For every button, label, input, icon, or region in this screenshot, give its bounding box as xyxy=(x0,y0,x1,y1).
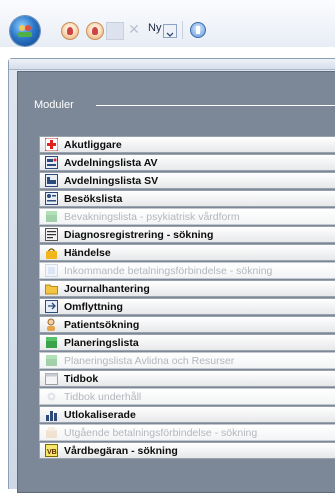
module-item-label: Journalhantering xyxy=(64,283,150,295)
care-request-icon: VB xyxy=(45,444,58,457)
module-item-label: Diagnosregistrering - sökning xyxy=(64,229,214,241)
patient-icon[interactable] xyxy=(61,22,79,40)
panel-title-divider xyxy=(96,105,335,106)
module-item[interactable]: VB Vårdbegäran - sökning xyxy=(39,442,335,459)
panel-title: Moduler xyxy=(34,99,74,111)
module-item: Planeringslista Avlidna och Resurser xyxy=(39,352,335,369)
module-item-label: Vårdbegäran - sökning xyxy=(64,445,178,457)
module-item-label: Akutliggare xyxy=(64,139,122,151)
module-item[interactable]: Akutliggare xyxy=(39,136,335,153)
module-item-label: Avdelningslista SV xyxy=(64,175,159,187)
module-item-label: Utlokaliserade xyxy=(64,409,136,421)
module-item-label: Tidbok xyxy=(64,373,99,385)
module-item[interactable]: Händelse xyxy=(39,244,335,261)
toolbar-divider xyxy=(182,21,183,39)
module-item-label: Utgående betalningsförbindelse - sökning xyxy=(64,427,258,439)
green-square-icon xyxy=(46,337,57,348)
module-item: Utgående betalningsförbindelse - sökning xyxy=(39,424,335,441)
calendar-icon xyxy=(45,373,58,385)
module-item-label: Planeringslista xyxy=(64,337,139,349)
patient-search-icon xyxy=(47,318,55,331)
visitor-list-icon xyxy=(45,192,58,205)
close-icon: ✕ xyxy=(128,22,140,38)
module-item[interactable]: Patientsökning xyxy=(39,316,335,333)
module-item[interactable]: Tidbok xyxy=(39,370,335,387)
module-item-label: Patientsökning xyxy=(64,319,140,331)
info-icon[interactable] xyxy=(190,22,206,38)
gear-icon xyxy=(47,392,56,401)
module-item-label: Händelse xyxy=(64,247,111,259)
patient-alt-icon[interactable] xyxy=(86,22,104,40)
module-list: Akutliggare Avdelningslista AV Avdelningsl… xyxy=(39,136,335,460)
module-item-label: Besökslista xyxy=(64,193,123,205)
save-icon xyxy=(106,22,124,40)
event-icon xyxy=(46,248,57,259)
module-item[interactable]: Journalhantering xyxy=(39,280,335,297)
toolbar: ✕ Ny xyxy=(0,0,335,47)
green-square-icon xyxy=(46,211,57,222)
outgoing-payment-icon xyxy=(46,427,57,438)
module-item[interactable]: Diagnosregistrering - sökning xyxy=(39,226,335,243)
folder-icon xyxy=(45,284,58,295)
module-item[interactable]: Avdelningslista SV xyxy=(39,172,335,189)
module-item-label: Omflyttning xyxy=(64,301,123,313)
module-item: Tidbok underhåll xyxy=(39,388,335,405)
frame-header xyxy=(9,59,335,70)
module-item[interactable]: Utlokaliserade xyxy=(39,406,335,423)
module-item[interactable]: Avdelningslista AV xyxy=(39,154,335,171)
module-item[interactable]: Besökslista xyxy=(39,190,335,207)
module-item[interactable]: Planeringslista xyxy=(39,334,335,351)
relocation-icon xyxy=(45,300,58,313)
chevron-down-icon xyxy=(166,32,174,37)
app-menu-button[interactable] xyxy=(10,16,40,46)
people-icon xyxy=(18,25,32,37)
green-square-icon xyxy=(46,355,57,366)
module-item-label: Bevakningslista - psykiatrisk vårdform xyxy=(64,211,240,223)
module-item: Bevakningslista - psykiatrisk vårdform xyxy=(39,208,335,225)
incoming-payment-icon xyxy=(45,264,58,277)
module-item-label: Avdelningslista AV xyxy=(64,157,158,169)
module-item-label: Tidbok underhåll xyxy=(64,391,142,403)
module-item: Inkommande betalningsförbindelse - sökni… xyxy=(39,262,335,279)
module-item-label: Planeringslista Avlidna och Resurser xyxy=(64,355,235,367)
red-cross-icon xyxy=(45,138,58,151)
bed-icon xyxy=(45,174,58,187)
bed-list-icon xyxy=(45,156,58,169)
module-item-label: Inkommande betalningsförbindelse - sökni… xyxy=(64,265,273,277)
new-button[interactable]: Ny xyxy=(148,22,161,34)
new-dropdown-icon[interactable] xyxy=(163,24,177,38)
svg-text:VB: VB xyxy=(47,449,57,456)
module-item[interactable]: Omflyttning xyxy=(39,298,335,315)
chart-icon xyxy=(46,411,57,421)
diagnosis-icon xyxy=(45,228,58,241)
